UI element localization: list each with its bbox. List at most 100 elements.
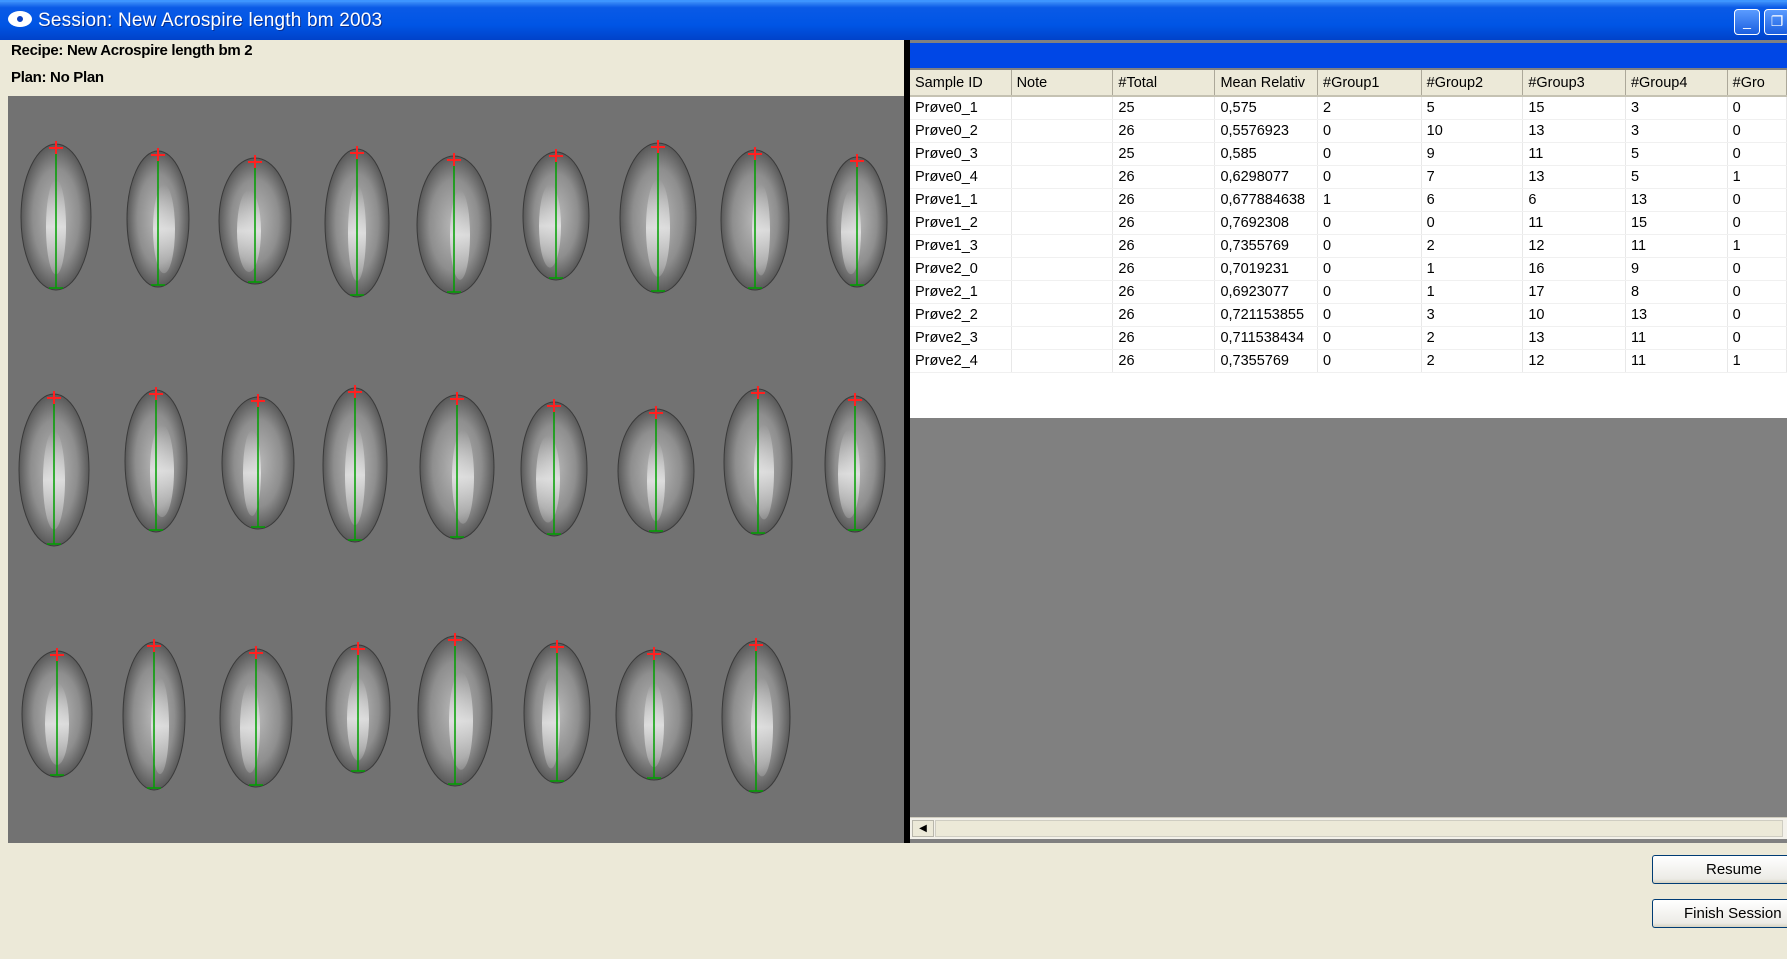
table-row[interactable]: Prøve0_4 26 0,6298077 0 7 13 5 1 [910, 165, 1787, 189]
table-row[interactable]: Prøve2_1 26 0,6923077 0 1 17 8 0 [910, 280, 1787, 304]
table-cell: 5 [1625, 142, 1728, 166]
table-cell: Prøve2_3 [910, 326, 1012, 350]
table-cell: Prøve0_3 [910, 142, 1012, 166]
column-header[interactable]: #Group2 [1421, 70, 1524, 97]
table-cell: Prøve2_4 [910, 349, 1012, 373]
table-cell: 0,7355769 [1214, 349, 1319, 373]
title-bar[interactable]: Session: New Acrospire length bm 2003 _ … [0, 0, 1787, 40]
scroll-thumb[interactable] [935, 820, 1783, 837]
table-cell: 25 [1112, 142, 1216, 166]
table-cell: 13 [1522, 165, 1626, 189]
column-header[interactable]: #Group3 [1522, 70, 1626, 97]
kernel [416, 153, 492, 295]
kernel [523, 640, 591, 784]
table-cell [1011, 326, 1114, 350]
table-cell: 26 [1112, 234, 1216, 258]
table-cell: 0 [1317, 119, 1422, 143]
table-row[interactable]: Prøve0_1 25 0,575 2 5 15 3 0 [910, 96, 1787, 120]
table-cell: 0,7355769 [1214, 234, 1319, 258]
table-cell: 6 [1421, 188, 1524, 212]
table-row[interactable]: Prøve1_2 26 0,7692308 0 0 11 15 0 [910, 211, 1787, 235]
column-header[interactable]: Sample ID [910, 70, 1012, 97]
table-cell: Prøve0_4 [910, 165, 1012, 189]
table-row[interactable]: Prøve0_2 26 0,5576923 0 10 13 3 0 [910, 119, 1787, 143]
column-header[interactable]: #Group4 [1625, 70, 1728, 97]
table-cell: 10 [1522, 303, 1626, 327]
kernel [126, 148, 190, 288]
kernel [419, 392, 495, 540]
table-cell: 3 [1421, 303, 1524, 327]
kernel [824, 393, 886, 533]
table-cell: 26 [1112, 326, 1216, 350]
resume-button[interactable]: Resume [1652, 855, 1787, 884]
table-cell: 8 [1625, 280, 1728, 304]
kernel [20, 141, 92, 291]
recipe-label: Recipe: New Acrospire length bm 2 [11, 42, 253, 59]
table-cell: 0,6923077 [1214, 280, 1319, 304]
table-cell: 9 [1625, 257, 1728, 281]
column-header[interactable]: Mean Relativ [1214, 70, 1319, 97]
results-grid[interactable]: Sample ID Note #Total Mean Relativ #Group1 #G… [910, 70, 1787, 418]
finish-session-button[interactable]: Finish Session [1652, 899, 1787, 928]
table-cell: 26 [1112, 165, 1216, 189]
grid-header-strip [910, 43, 1787, 68]
table-cell: 0 [1727, 303, 1787, 327]
maximize-button[interactable]: ❐ [1764, 9, 1787, 35]
table-row[interactable]: Prøve2_0 26 0,7019231 0 1 16 9 0 [910, 257, 1787, 281]
table-cell: 0 [1727, 142, 1787, 166]
table-cell: 16 [1522, 257, 1626, 281]
kernel [826, 154, 888, 288]
table-cell: 0,677884638 [1214, 188, 1319, 212]
table-row[interactable]: Prøve1_1 26 0,677884638 1 6 6 13 0 [910, 188, 1787, 212]
kernel [21, 648, 93, 778]
table-cell: 0 [1317, 211, 1422, 235]
table-cell [1011, 234, 1114, 258]
table-cell: 7 [1421, 165, 1524, 189]
table-cell: 9 [1421, 142, 1524, 166]
table-cell: 3 [1625, 96, 1728, 120]
table-cell: Prøve1_1 [910, 188, 1012, 212]
table-cell: 0,721153855 [1214, 303, 1319, 327]
table-cell: 26 [1112, 349, 1216, 373]
table-row[interactable]: Prøve2_2 26 0,721153855 0 3 10 13 0 [910, 303, 1787, 327]
eye-icon [8, 11, 32, 27]
table-cell: 13 [1625, 188, 1728, 212]
table-cell: 1 [1317, 188, 1422, 212]
kernel [723, 386, 793, 536]
table-cell: 1 [1727, 234, 1787, 258]
table-cell: 0,575 [1214, 96, 1319, 120]
table-cell: 26 [1112, 188, 1216, 212]
table-cell: 26 [1112, 303, 1216, 327]
kernel [417, 633, 493, 787]
table-cell [1011, 165, 1114, 189]
column-header[interactable]: #Group1 [1317, 70, 1422, 97]
kernel [324, 146, 390, 298]
table-row[interactable]: Prøve2_3 26 0,711538434 0 2 13 11 0 [910, 326, 1787, 350]
kernel-image-view[interactable] [8, 96, 904, 843]
table-cell [1011, 211, 1114, 235]
table-row[interactable]: Prøve1_3 26 0,7355769 0 2 12 11 1 [910, 234, 1787, 258]
kernel [218, 155, 292, 285]
kernel [721, 638, 791, 794]
kernel [124, 387, 188, 533]
column-header[interactable]: Note [1011, 70, 1114, 97]
table-row[interactable]: Prøve2_4 26 0,7355769 0 2 12 11 1 [910, 349, 1787, 373]
table-cell: Prøve2_2 [910, 303, 1012, 327]
scroll-left-icon[interactable]: ◀ [912, 820, 934, 837]
results-table: Sample ID Note #Total Mean Relativ #Group1 #G… [910, 70, 1787, 373]
table-row[interactable]: Prøve0_3 25 0,585 0 9 11 5 0 [910, 142, 1787, 166]
kernel [221, 394, 295, 530]
table-cell: 12 [1522, 349, 1626, 373]
table-cell: 26 [1112, 280, 1216, 304]
column-header[interactable]: #Total [1112, 70, 1216, 97]
table-cell: 0 [1317, 234, 1422, 258]
table-cell: 0 [1317, 165, 1422, 189]
horizontal-scrollbar[interactable]: ◀ [910, 817, 1787, 839]
table-cell: 26 [1112, 119, 1216, 143]
kernel [520, 399, 588, 537]
minimize-button[interactable]: _ [1734, 9, 1760, 35]
column-header[interactable]: #Gro [1727, 70, 1787, 97]
table-cell: 0 [1727, 188, 1787, 212]
table-cell: 2 [1421, 326, 1524, 350]
table-cell: 2 [1421, 234, 1524, 258]
